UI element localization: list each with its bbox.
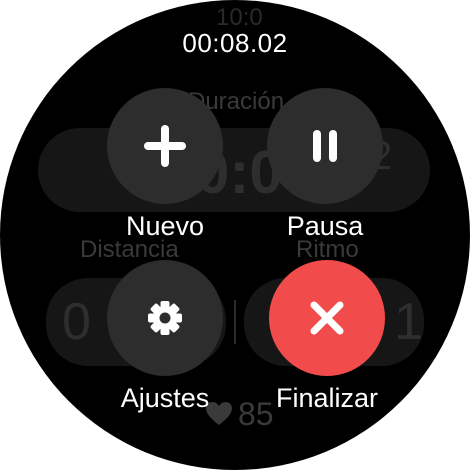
pause-action[interactable]: Pausa [240,88,410,244]
settings-action[interactable]: Ajustes [80,260,250,416]
gear-icon [148,301,182,335]
plus-icon [144,125,186,167]
new-label: Nuevo [125,211,205,241]
settings-button[interactable] [107,260,223,376]
new-button[interactable] [107,88,223,204]
finish-label: Finalizar [275,383,379,413]
finish-button[interactable] [269,260,385,376]
pause-label: Pausa [286,211,364,241]
pause-icon [313,130,337,162]
settings-label: Ajustes [120,383,210,413]
finish-action[interactable]: Finalizar [242,260,412,416]
watch-screen: 10:0 Duración 0:0 2 Distancia Ritmo 0 1 … [0,0,470,470]
close-icon [310,301,344,335]
elapsed-time: 00:08.02 [182,28,288,58]
new-action[interactable]: Nuevo [80,88,250,244]
pause-button[interactable] [267,88,383,204]
